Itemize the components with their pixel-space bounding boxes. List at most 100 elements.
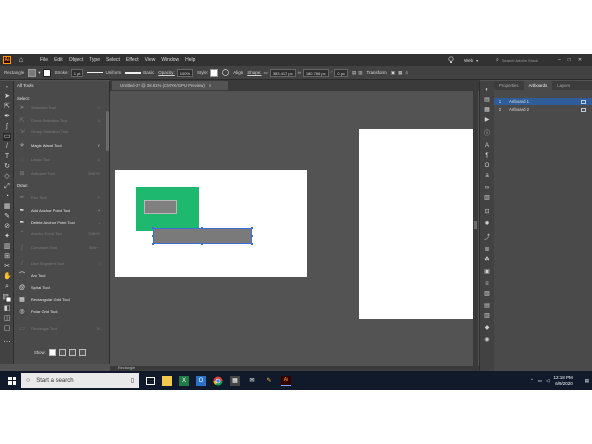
show-shapes-icon[interactable] xyxy=(68,348,76,356)
stock-search[interactable]: ⌕ Search Adobe Stock xyxy=(496,54,554,66)
menu-window[interactable]: Window xyxy=(161,57,179,63)
artboard-2[interactable] xyxy=(359,129,474,319)
selection-handle[interactable] xyxy=(251,243,253,245)
rectangle-tool-icon[interactable]: ▭ xyxy=(3,133,11,141)
artboard-list-item[interactable]: 2 Artboard 2 xyxy=(494,106,592,113)
tool-row-delete-anchor[interactable]: ✒ Delete Anchor Point Tool - xyxy=(14,218,106,227)
eyedropper-tool-icon[interactable]: ✎ xyxy=(3,213,11,221)
selection-handle[interactable] xyxy=(152,235,154,237)
tool-row-arc[interactable]: ⌒ Arc Tool xyxy=(14,271,106,280)
menu-edit[interactable]: Edit xyxy=(54,57,63,63)
corner-radius-field[interactable]: 0 px xyxy=(334,68,348,77)
vertical-scrollbar[interactable] xyxy=(473,91,478,367)
menu-file[interactable]: File xyxy=(40,57,48,63)
menu-help[interactable]: Help xyxy=(185,57,195,63)
tab-properties[interactable]: Properties xyxy=(494,81,524,90)
grey-rectangle-selected[interactable] xyxy=(153,228,252,244)
illustrator-taskbar-icon[interactable]: Ai xyxy=(281,375,291,386)
color-guide-icon[interactable]: ▤ xyxy=(483,97,491,104)
align-panel-icon[interactable]: ▤ xyxy=(483,303,491,310)
tab-layers[interactable]: Layers xyxy=(552,81,575,90)
tool-row-add-anchor[interactable]: ✒ Add Anchor Point Tool + xyxy=(14,206,106,215)
minimize-icon[interactable]: – xyxy=(558,57,561,63)
tool-row-rectangle[interactable]: ▭ Rectangle Tool M xyxy=(14,324,106,333)
transform-button[interactable]: Transform xyxy=(366,70,386,75)
shape-label[interactable]: Shape: xyxy=(247,70,261,75)
show-fill-icon[interactable] xyxy=(48,348,56,356)
opentype-icon[interactable]: O xyxy=(483,163,491,170)
tool-row-curvature[interactable]: ∫ Curvature Tool Shift+~ xyxy=(14,243,106,252)
home-icon[interactable]: ⌂ xyxy=(16,55,26,65)
info-icon[interactable]: ⓘ xyxy=(483,131,491,138)
menu-view[interactable]: View xyxy=(145,57,156,63)
color-icon[interactable]: ◐ xyxy=(483,87,491,94)
network-icon[interactable]: ▭ xyxy=(538,378,542,384)
menu-effect[interactable]: Effect xyxy=(126,57,139,63)
align-button[interactable]: Align xyxy=(233,70,243,75)
shape-builder-icon[interactable]: ◔ xyxy=(3,193,11,201)
tool-row-direct-selection[interactable]: ⇱ Direct Selection Tool A xyxy=(14,116,106,125)
screen-mode-icon[interactable]: ▢ xyxy=(3,325,11,333)
menu-object[interactable]: Object xyxy=(69,57,83,63)
shape-width-field[interactable]: 383.417 px xyxy=(269,68,296,77)
swatches-icon[interactable]: ▦ xyxy=(483,107,491,114)
windows-start-icon[interactable] xyxy=(8,376,16,385)
artboard-list-item[interactable]: 1 Artboard 1 xyxy=(494,98,592,105)
tool-row-artboard[interactable]: ⊞ Artboard Tool Shift+O xyxy=(14,169,106,178)
tool-row-lasso[interactable]: ◌ Lasso Tool Q xyxy=(14,155,106,164)
drawer-scrollbar[interactable] xyxy=(106,111,109,151)
fill-swatch[interactable] xyxy=(28,68,37,77)
taskbar-search[interactable]: ○ Start a search ▯ xyxy=(21,373,139,388)
slice-tool-icon[interactable]: ✂ xyxy=(3,263,11,271)
shape-height-field[interactable]: 180.766 px xyxy=(302,68,329,77)
recolor-icon[interactable] xyxy=(222,69,230,76)
tool-row-polar-grid[interactable]: ◎ Polar Grid Tool xyxy=(14,307,106,316)
rotate-tool-icon[interactable]: ↻ xyxy=(3,163,11,171)
color-mode-icon[interactable]: ◧ xyxy=(3,305,11,313)
chevron-up-icon[interactable]: ⌃ xyxy=(530,378,534,384)
selection-tool-icon[interactable]: ➤ xyxy=(3,93,11,101)
brush-definition[interactable]: Basic xyxy=(125,70,154,75)
clock[interactable]: 12:18 PM 6/9/2020 xyxy=(553,375,572,387)
grey-rectangle-small[interactable] xyxy=(144,200,177,214)
stock-search-input[interactable]: Search Adobe Stock xyxy=(502,58,538,63)
crop-icon[interactable]: ⊡ xyxy=(483,209,491,216)
gradient-tool-icon[interactable]: ▦ xyxy=(3,203,11,211)
glyphs-icon[interactable]: a xyxy=(483,173,491,180)
tool-row-group-selection[interactable]: ⇲ Group Selection Tool xyxy=(14,127,106,136)
taskbar-search-input[interactable]: Start a search xyxy=(36,378,73,384)
paragraph-icon[interactable]: ¶ xyxy=(483,153,491,160)
close-tab-icon[interactable]: × xyxy=(209,83,212,88)
draw-mode-icon[interactable]: ◫ xyxy=(3,315,11,323)
chevron-down-icon[interactable]: ▾ xyxy=(38,70,40,76)
selection-handle[interactable] xyxy=(251,235,253,237)
hand-tool-icon[interactable]: ✋ xyxy=(3,273,12,281)
variable-width-profile[interactable]: Uniform xyxy=(87,70,121,75)
direct-selection-tool-icon[interactable]: ⇱ xyxy=(3,103,11,111)
tool-row-selection[interactable]: ➤ Selection Tool V xyxy=(14,103,106,112)
chrome-icon[interactable] xyxy=(213,376,223,386)
blend-tool-icon[interactable]: ⊘ xyxy=(3,223,11,231)
arrange-icon[interactable]: ▦ xyxy=(398,70,402,76)
stroke-swatch[interactable] xyxy=(42,68,51,77)
brushes-icon[interactable]: ≣ xyxy=(483,247,491,254)
tool-row-line-segment[interactable]: / Line Segment Tool \ xyxy=(14,259,106,268)
microphone-icon[interactable]: ▯ xyxy=(131,377,134,384)
align-left-icon[interactable]: ▤ xyxy=(352,70,356,76)
eraser-tool-icon[interactable]: ◇ xyxy=(3,173,11,181)
document-tab[interactable]: Untitled-2* @ 38.81% (CMYK/GPU Preview) … xyxy=(112,81,228,90)
stroke-weight-field[interactable]: 1 pt xyxy=(70,68,84,77)
appearance-icon[interactable]: ✹ xyxy=(483,221,491,228)
paintbrush-tool-icon[interactable]: / xyxy=(3,143,11,151)
play-icon[interactable]: ▶ xyxy=(483,117,491,124)
edit-toolbar-icon[interactable]: ⋯ xyxy=(3,339,11,347)
scale-tool-icon[interactable]: ⤢ xyxy=(3,183,11,191)
menu-select[interactable]: Select xyxy=(106,57,120,63)
calculator-icon[interactable]: ▦ xyxy=(230,375,240,386)
tool-row-anchor-point[interactable]: ⌃ Anchor Point Tool Shift+C xyxy=(14,229,106,238)
file-explorer-icon[interactable] xyxy=(162,375,172,386)
tool-row-spiral[interactable]: @ Spiral Tool xyxy=(14,283,106,292)
scrollbar-thumb[interactable] xyxy=(474,221,477,229)
libraries-icon[interactable]: ◉ xyxy=(483,337,491,344)
pathfinder-icon[interactable]: ▥ xyxy=(483,313,491,320)
